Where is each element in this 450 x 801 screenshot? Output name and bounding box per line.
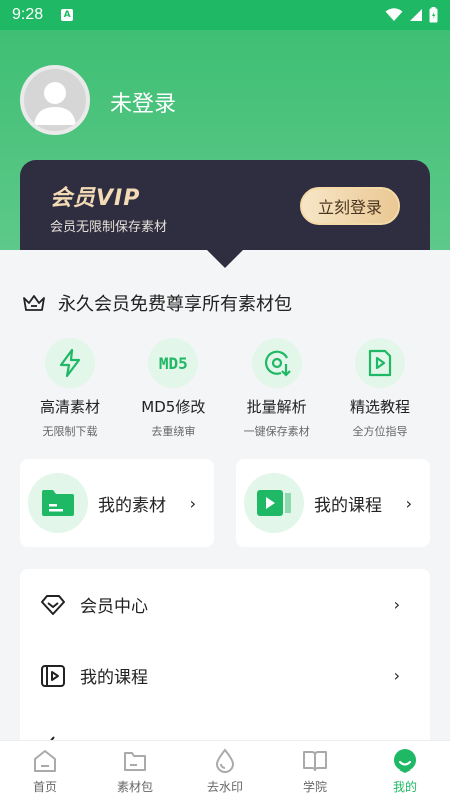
vip-card: 会员VIP 会员无限制保存素材 立刻登录 (20, 160, 430, 252)
default-avatar-icon (34, 82, 76, 125)
wifi-icon (385, 8, 403, 21)
my-courses-card[interactable]: 我的课程 › (236, 459, 430, 547)
quick-label: 我的素材 (98, 495, 166, 516)
vip-title: 会员VIP (50, 186, 141, 211)
batch-download-icon (264, 350, 291, 377)
feature-icon-circle (45, 338, 95, 388)
quick-label: 我的课程 (314, 495, 382, 516)
chevron-right-icon: › (405, 493, 412, 513)
drop-icon (215, 747, 235, 773)
lightning-icon (59, 348, 81, 378)
feature-hd[interactable]: 高清素材 无限制下载 (20, 338, 120, 439)
quick-icon-circle (28, 473, 88, 533)
menu-item-my-courses[interactable]: 我的课程 › (20, 640, 430, 711)
crown-icon (23, 295, 45, 311)
menu-list: 会员中心 › 我的课程 › (20, 569, 430, 749)
vip-pointer (207, 250, 243, 268)
feature-subtitle: 全方位指导 (352, 425, 408, 438)
feature-icon-circle (354, 338, 405, 388)
md5-icon: MD5 (158, 353, 188, 373)
my-materials-card[interactable]: 我的素材 › (20, 459, 214, 547)
tab-label: 学院 (302, 779, 327, 794)
tab-watermark[interactable]: 去水印 (180, 741, 270, 801)
feature-icon-circle (251, 338, 302, 388)
chevron-right-icon: › (189, 493, 196, 513)
tab-profile[interactable]: 我的 (360, 741, 450, 801)
status-bar: 9:28 A (0, 0, 450, 30)
permanent-member-text: 永久会员免费尊享所有素材包 (58, 294, 292, 315)
menu-label: 我的课程 (80, 668, 148, 688)
tab-home[interactable]: 首页 (0, 741, 90, 801)
folder-icon (124, 751, 146, 771)
tab-label: 去水印 (206, 779, 243, 794)
diamond-icon (41, 594, 65, 615)
notification-icon: A (61, 9, 74, 21)
feature-subtitle: 无限制下载 (42, 425, 98, 438)
login-status-text[interactable]: 未登录 (110, 86, 176, 118)
login-now-button[interactable]: 立刻登录 (300, 187, 400, 225)
status-icons (385, 7, 438, 23)
battery-icon (429, 7, 438, 23)
tab-label: 我的 (392, 779, 417, 794)
feature-subtitle: 去重绕审 (151, 425, 196, 438)
tab-academy[interactable]: 学院 (270, 741, 360, 801)
chevron-right-icon: › (393, 595, 400, 614)
feature-title: MD5修改 (141, 398, 206, 416)
folder-icon (42, 490, 74, 516)
home-icon (34, 749, 56, 772)
feature-title: 高清素材 (39, 398, 100, 416)
menu-item-member-center[interactable]: 会员中心 › (20, 569, 430, 640)
feature-tutorial[interactable]: 精选教程 全方位指导 (330, 338, 430, 439)
feature-title: 批量解析 (246, 398, 307, 416)
bottom-tab-bar: 首页 素材包 去水印 学院 我的 (0, 740, 450, 801)
tab-label: 素材包 (116, 779, 153, 794)
quick-links: 我的素材 › 我的课程 › (20, 459, 430, 547)
tab-materials[interactable]: 素材包 (90, 741, 180, 801)
profile-icon (394, 748, 416, 773)
feature-title: 精选教程 (349, 398, 410, 416)
video-icon (41, 664, 65, 687)
book-icon (303, 750, 327, 771)
feature-batch[interactable]: 批量解析 一键保存素材 (227, 338, 327, 439)
status-time: 9:28 (12, 6, 44, 23)
feature-md5[interactable]: MD5 MD5修改 去重绕审 (123, 338, 223, 439)
signal-icon (410, 9, 422, 21)
avatar[interactable] (20, 65, 90, 135)
feature-icon-circle: MD5 (148, 338, 199, 388)
vip-subtitle: 会员无限制保存素材 (50, 220, 168, 235)
menu-label: 会员中心 (80, 597, 148, 617)
chevron-right-icon: › (393, 666, 400, 685)
quick-icon-circle (244, 473, 304, 533)
play-icon (257, 490, 291, 516)
tab-label: 首页 (32, 779, 57, 794)
video-tutorial-icon (368, 349, 392, 377)
feature-grid: 高清素材 无限制下载 MD5 MD5修改 去重绕审 批量解析 一键保存素材 精选… (20, 338, 430, 439)
permanent-member-row: 永久会员免费尊享所有素材包 (22, 290, 292, 316)
feature-subtitle: 一键保存素材 (243, 425, 310, 438)
